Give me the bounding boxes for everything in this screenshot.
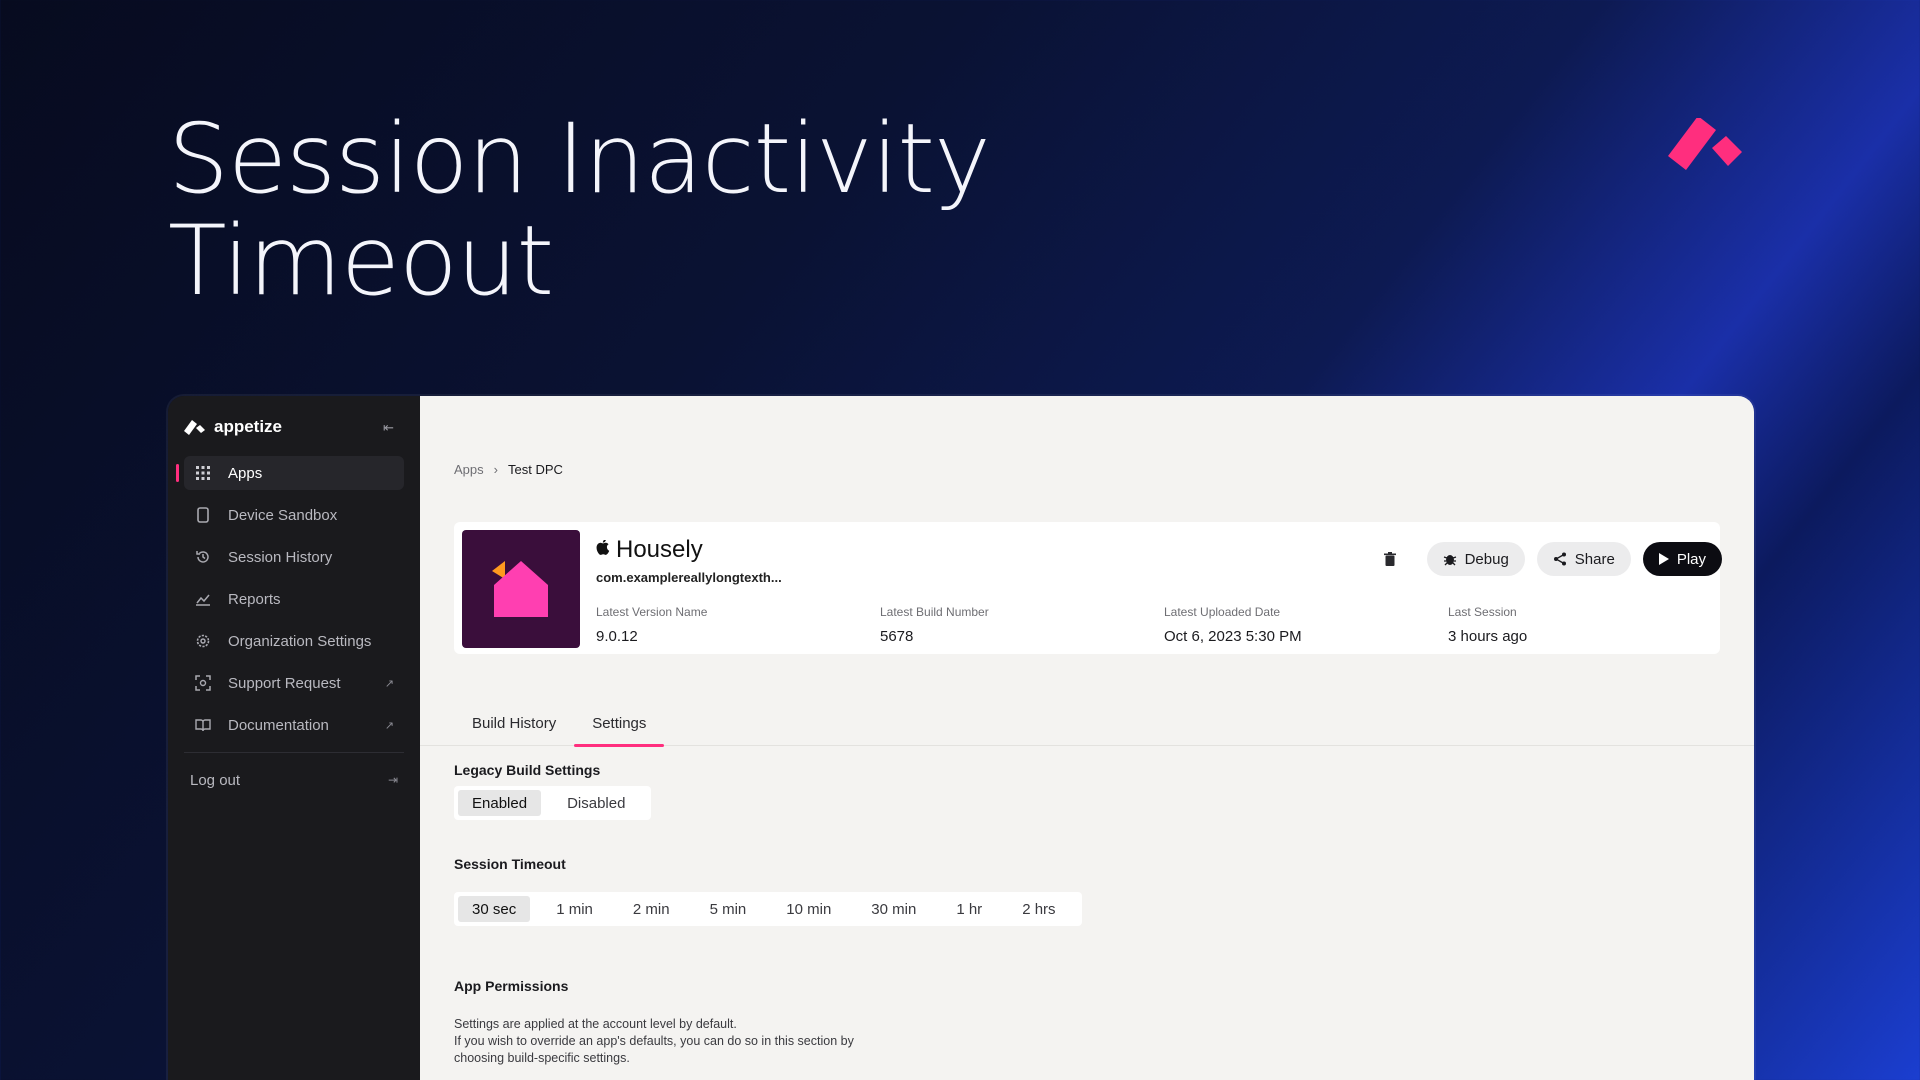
brand-name: appetize: [214, 417, 283, 436]
app-actions: Debug Share Play: [1375, 542, 1722, 576]
play-button[interactable]: Play: [1642, 542, 1722, 576]
timeout-option-2-min[interactable]: 2 min: [619, 896, 684, 922]
appetize-logo-icon: [1668, 118, 1742, 170]
delete-app-button[interactable]: [1375, 542, 1405, 576]
support-icon: [194, 674, 212, 692]
app-name: Housely: [616, 536, 703, 563]
sidebar-item-label: Session History: [228, 548, 333, 566]
legacy-build-segmented-control: Enabled Disabled: [454, 786, 652, 820]
app-card: Housely com.examplereallylongtexth... La…: [454, 522, 1722, 654]
app-meta: Latest Version Name 9.0.12 Latest Build …: [596, 605, 1732, 645]
trash-icon: [1383, 552, 1396, 566]
meta-label: Last Session: [1448, 605, 1517, 619]
timeout-option-2-hrs[interactable]: 2 hrs: [1008, 896, 1069, 922]
sidebar-item-organization-settings[interactable]: Organization Settings: [184, 624, 404, 658]
tab-bar: Build History Settings: [420, 700, 1754, 747]
breadcrumb-current: Test DPC: [507, 462, 563, 477]
meta-value: Oct 6, 2023 5:30 PM: [1164, 628, 1302, 645]
external-link-icon: ↗: [384, 719, 394, 732]
gear-icon: [194, 632, 212, 650]
logout-button[interactable]: Log out ⇥: [168, 763, 420, 797]
chart-icon: [194, 590, 212, 608]
app-thumbnail: [462, 530, 580, 648]
sidebar-item-support-request[interactable]: Support Request ↗: [184, 666, 404, 700]
timeout-option-1-hr[interactable]: 1 hr: [942, 896, 996, 922]
tab-settings[interactable]: Settings: [574, 700, 665, 747]
meta-value: 3 hours ago: [1448, 628, 1528, 645]
grid-icon: [194, 464, 212, 482]
timeout-option-30-sec[interactable]: 30 sec: [458, 896, 531, 922]
app-info: Housely com.examplereallylongtexth... La…: [596, 530, 1732, 646]
legacy-build-settings-title: Legacy Build Settings: [454, 762, 601, 778]
meta-build-number: Latest Build Number 5678: [880, 605, 1164, 645]
play-label: Play: [1676, 550, 1706, 568]
sidebar-item-device-sandbox[interactable]: Device Sandbox: [184, 498, 404, 532]
sidebar-item-documentation[interactable]: Documentation ↗: [184, 708, 404, 742]
meta-label: Latest Version Name: [596, 605, 708, 619]
meta-version: Latest Version Name 9.0.12: [596, 605, 880, 645]
page-headline: Session Inactivity Timeout: [168, 108, 1068, 312]
share-button[interactable]: Share: [1536, 542, 1631, 576]
sidebar-item-label: Apps: [228, 464, 263, 482]
share-icon: [1553, 552, 1566, 566]
share-label: Share: [1574, 550, 1615, 568]
debug-label: Debug: [1464, 550, 1509, 568]
breadcrumb-separator: ›: [493, 462, 498, 477]
sidebar-item-apps[interactable]: Apps: [176, 456, 404, 490]
book-icon: [194, 716, 212, 734]
sidebar-item-label: Reports: [228, 590, 281, 608]
breadcrumb: Apps › Test DPC: [454, 462, 563, 477]
sidebar-item-label: Support Request: [228, 674, 341, 692]
meta-last-session: Last Session 3 hours ago: [1448, 605, 1732, 645]
session-timeout-segmented-control: 30 sec 1 min 2 min 5 min 10 min 30 min 1…: [454, 892, 1082, 926]
meta-uploaded-date: Latest Uploaded Date Oct 6, 2023 5:30 PM: [1164, 605, 1448, 645]
headline-line-1: Session Inactivity: [168, 103, 991, 215]
timeout-option-10-min[interactable]: 10 min: [772, 896, 845, 922]
permissions-desc-line-2: If you wish to override an app's default…: [454, 1034, 854, 1065]
app-permissions-title: App Permissions: [454, 978, 569, 994]
sidebar: appetize ⇤ Apps Device Sandbox Session H…: [168, 396, 420, 1080]
timeout-option-30-min[interactable]: 30 min: [857, 896, 930, 922]
session-timeout-title: Session Timeout: [454, 856, 566, 872]
appetize-small-logo-icon: [184, 420, 205, 435]
tab-build-history[interactable]: Build History: [454, 700, 574, 746]
breadcrumb-apps-link[interactable]: Apps: [454, 462, 484, 477]
meta-label: Latest Build Number: [880, 605, 989, 619]
house-app-icon: [492, 561, 548, 617]
app-window: appetize ⇤ Apps Device Sandbox Session H…: [168, 396, 1754, 1080]
play-icon: [1658, 553, 1669, 565]
sidebar-divider: [184, 752, 404, 753]
legacy-option-disabled[interactable]: Disabled: [553, 790, 639, 816]
history-icon: [194, 548, 212, 566]
collapse-sidebar-icon[interactable]: ⇤: [383, 420, 394, 436]
phone-icon: [194, 506, 212, 524]
app-permissions-description: Settings are applied at the account leve…: [454, 1016, 874, 1067]
sidebar-item-session-history[interactable]: Session History: [184, 540, 404, 574]
logout-icon: ⇥: [387, 773, 398, 787]
timeout-option-1-min[interactable]: 1 min: [542, 896, 607, 922]
permissions-desc-line-1: Settings are applied at the account leve…: [454, 1017, 737, 1031]
sidebar-item-reports[interactable]: Reports: [184, 582, 404, 616]
apple-icon: [596, 538, 610, 561]
meta-label: Latest Uploaded Date: [1164, 605, 1281, 619]
meta-value: 9.0.12: [596, 628, 638, 645]
sidebar-item-label: Documentation: [228, 716, 329, 734]
sidebar-item-label: Organization Settings: [228, 632, 372, 650]
external-link-icon: ↗: [384, 677, 394, 690]
debug-button[interactable]: Debug: [1426, 542, 1525, 576]
logout-label: Log out: [190, 771, 241, 789]
headline-line-2: Timeout: [168, 205, 554, 317]
main-content: Apps › Test DPC Housely com.examplereall…: [420, 396, 1754, 1080]
bug-icon: [1443, 555, 1456, 566]
meta-value: 5678: [880, 628, 914, 645]
sidebar-nav: Apps Device Sandbox Session History Repo…: [168, 456, 420, 753]
legacy-option-enabled[interactable]: Enabled: [458, 790, 542, 816]
sidebar-item-label: Device Sandbox: [228, 506, 338, 524]
timeout-option-5-min[interactable]: 5 min: [696, 896, 761, 922]
